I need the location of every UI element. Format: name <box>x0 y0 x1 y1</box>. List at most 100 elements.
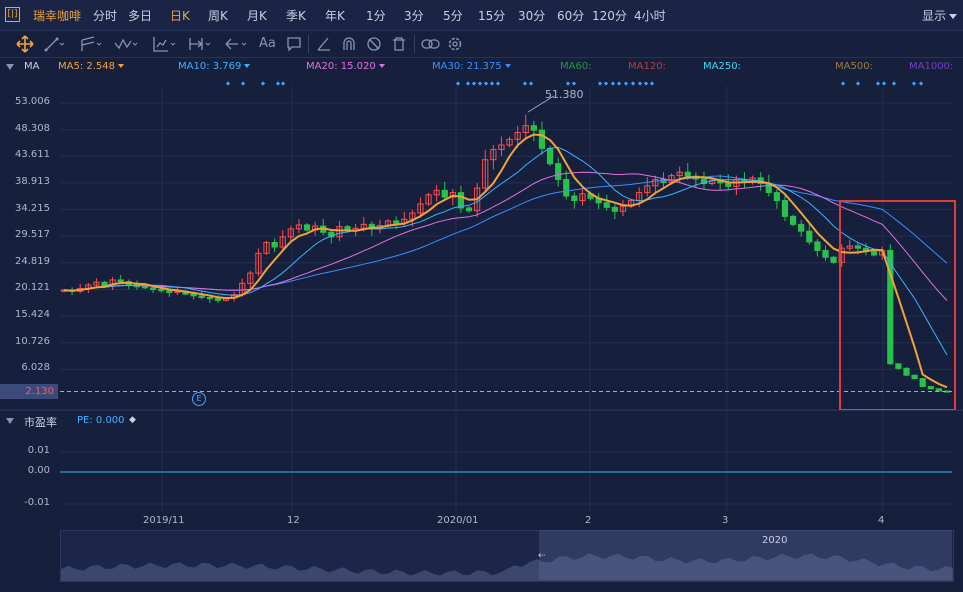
period-tab-11[interactable]: 30分 <box>518 7 545 24</box>
event-dot-24 <box>649 81 655 86</box>
candle-body-58 <box>530 125 537 131</box>
text-tool-icon[interactable]: Aa <box>259 35 276 53</box>
period-tab-4[interactable]: 月K <box>247 7 267 24</box>
candle-body-59 <box>538 129 546 149</box>
wave-tool-icon[interactable] <box>114 35 140 53</box>
ma-item-4[interactable]: MA60: <box>560 61 592 72</box>
candle-body-89 <box>781 200 789 217</box>
display-dropdown[interactable]: 显示 <box>922 7 957 24</box>
ma-item-5[interactable]: MA120: <box>628 61 666 72</box>
candle-body-12 <box>158 289 165 292</box>
collapse-main-icon[interactable] <box>6 64 14 70</box>
candle-body-50 <box>465 207 473 212</box>
line-tool-icon[interactable] <box>44 35 66 53</box>
candle-body-16 <box>190 293 197 297</box>
event-dot-18 <box>610 81 616 86</box>
pe-title: 市盈率 <box>24 416 57 429</box>
stock-logo-icon[interactable]: [|] <box>5 7 20 22</box>
link-icon[interactable] <box>421 35 441 53</box>
period-tab-14[interactable]: 4小时 <box>634 7 666 24</box>
y-tick-2: 43.611 <box>15 149 50 161</box>
arrow-tool-icon[interactable] <box>224 35 252 53</box>
period-tab-5[interactable]: 季K <box>286 7 306 24</box>
event-dot-27 <box>875 81 881 86</box>
y-tick-7: 20.121 <box>15 282 50 294</box>
period-tab-13[interactable]: 120分 <box>592 7 627 24</box>
event-dot-17 <box>603 81 609 86</box>
drawing-toolbar: Aa <box>0 31 963 58</box>
candlestick-chart[interactable] <box>0 76 963 516</box>
candle-body-47 <box>441 189 448 198</box>
range-tool-icon[interactable] <box>188 35 216 53</box>
y-tick-6: 24.819 <box>15 255 50 267</box>
event-dot-10 <box>489 81 495 86</box>
candle-body-26 <box>271 242 278 248</box>
candle-body-10 <box>141 286 149 289</box>
event-dot-30 <box>911 81 917 86</box>
period-tab-1[interactable]: 多日 <box>128 7 152 24</box>
x-tick-4: 3 <box>722 515 729 526</box>
ma10-line <box>63 146 948 356</box>
magnet-icon[interactable] <box>341 35 357 53</box>
period-tab-2[interactable]: 日K <box>170 7 190 24</box>
current-price-tag: 2.130 <box>0 384 58 400</box>
hide-drawings-icon[interactable] <box>366 35 382 53</box>
ma-item-8[interactable]: MA1000: <box>909 61 953 72</box>
event-dot-20 <box>623 81 629 86</box>
period-tab-9[interactable]: 5分 <box>443 7 463 24</box>
event-dot-31 <box>918 81 924 86</box>
candle-body-68 <box>611 206 618 212</box>
pe-tick-1: 0.00 <box>27 465 50 476</box>
event-dot-28 <box>881 81 887 86</box>
candle-body-88 <box>773 192 780 202</box>
comment-tool-icon[interactable] <box>286 35 302 53</box>
candle-body-94 <box>822 249 829 258</box>
candle-body-61 <box>555 163 562 181</box>
ma5-line <box>63 133 948 389</box>
event-dot-19 <box>616 81 622 86</box>
candle-body-67 <box>603 202 610 208</box>
period-tab-12[interactable]: 60分 <box>557 7 584 24</box>
ma-item-1[interactable]: MA10: 3.769 <box>178 61 251 72</box>
candle-body-91 <box>798 223 805 232</box>
ma-item-6[interactable]: MA250: <box>703 61 741 72</box>
event-dot-3 <box>275 81 281 86</box>
toolbar-divider <box>414 35 415 53</box>
period-tab-0[interactable]: 分时 <box>93 7 117 24</box>
channel-tool-icon[interactable] <box>80 35 104 53</box>
event-dot-11 <box>495 81 501 86</box>
pe-tick-0: 0.01 <box>27 445 50 456</box>
y-tick-5: 29.517 <box>15 229 50 241</box>
stock-name: 瑞幸咖啡 <box>33 9 82 23</box>
x-tick-0: 2019/11 <box>143 515 185 526</box>
event-dot-26 <box>855 81 861 86</box>
candle-body-11 <box>150 287 157 291</box>
event-dot-7 <box>471 81 477 86</box>
pe-value: PE: 0.000 <box>77 415 125 426</box>
ma-item-2[interactable]: MA20: 15.020 <box>306 61 385 72</box>
gear-icon[interactable] <box>447 35 463 53</box>
navigator-left-handle-icon[interactable]: ⇠ <box>538 551 546 561</box>
candle-body-41 <box>393 220 400 224</box>
period-tab-7[interactable]: 1分 <box>366 7 386 24</box>
move-cross-icon[interactable] <box>16 35 34 53</box>
ma-item-0[interactable]: MA5: 2.548 <box>58 61 125 72</box>
ruler-tool-icon[interactable] <box>316 35 332 53</box>
x-tick-3: 2 <box>585 515 592 526</box>
fibonacci-tool-icon[interactable] <box>152 35 180 53</box>
trash-icon[interactable] <box>391 35 407 53</box>
period-tab-6[interactable]: 年K <box>325 7 345 24</box>
event-dot-8 <box>477 81 483 86</box>
pe-settings-icon[interactable]: ◆ <box>129 415 136 425</box>
earnings-event-icon[interactable]: E <box>192 392 206 406</box>
collapse-pe-icon[interactable] <box>6 418 14 424</box>
highlight-annotation-box <box>839 200 956 411</box>
period-tab-10[interactable]: 15分 <box>478 7 505 24</box>
x-tick-1: 12 <box>287 515 300 526</box>
period-tab-8[interactable]: 3分 <box>404 7 424 24</box>
event-dot-5 <box>455 81 461 86</box>
ma-item-7[interactable]: MA500: <box>835 61 873 72</box>
period-tab-3[interactable]: 周K <box>208 7 228 24</box>
navigator-selection[interactable] <box>539 530 952 580</box>
ma-item-3[interactable]: MA30: 21.375 <box>432 61 511 72</box>
